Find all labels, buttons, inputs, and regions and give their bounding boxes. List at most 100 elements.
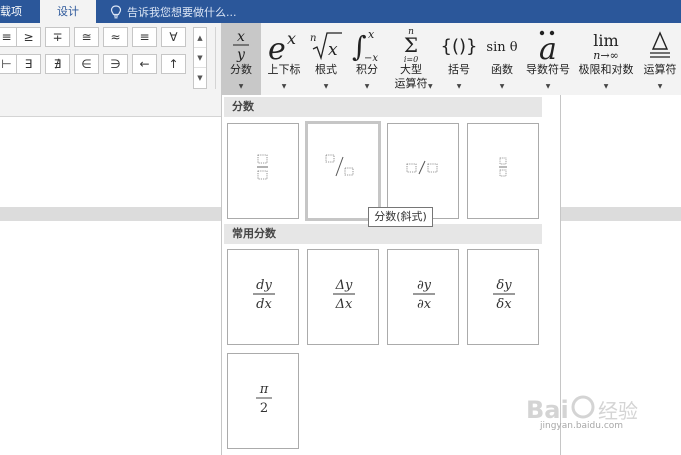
svg-text:y: y xyxy=(236,47,246,63)
limit-log-button[interactable]: lim n→∞ 极限和对数 ▼ xyxy=(574,23,638,95)
linear-fraction-tile[interactable] xyxy=(387,123,459,219)
document-ruler xyxy=(0,207,221,221)
tile-numerator: Δy xyxy=(335,278,353,293)
dropdown-arrow-icon: ▼ xyxy=(499,83,505,90)
svg-text:−x: −x xyxy=(364,53,378,63)
fraction-small-delta-tile[interactable]: δy δx xyxy=(467,249,539,345)
radical-icon: n x xyxy=(306,25,346,65)
svg-text:sin θ: sin θ xyxy=(486,40,517,55)
tile-numerator: dy xyxy=(256,278,272,293)
tell-me-text: 告诉我您想要做什么... xyxy=(127,5,237,19)
radical-label: 根式 xyxy=(315,63,337,76)
operator-icon xyxy=(639,25,681,65)
tile-denominator: ∂x xyxy=(417,297,432,312)
lightbulb-icon xyxy=(110,4,122,18)
ribbon-bottom-edge xyxy=(0,95,221,117)
section-header-fraction: 分数 xyxy=(224,97,542,117)
accent-label: 导数符号 xyxy=(526,63,570,76)
bracket-button[interactable]: {()} 括号 ▼ xyxy=(437,23,481,95)
fraction-icon: x y xyxy=(221,25,261,65)
symbol-gallery-scroller: ▲ ▼ ▼ xyxy=(193,27,207,89)
fraction-pi-over-2-tile[interactable]: π 2 xyxy=(227,353,299,449)
tile-denominator: δx xyxy=(496,297,512,312)
fraction-dy-dx-tile[interactable]: dy dx xyxy=(227,249,299,345)
symbol-button[interactable]: ≡ xyxy=(132,27,157,47)
scroll-up-icon[interactable]: ▲ xyxy=(194,28,206,48)
dropdown-arrow-icon: ▼ xyxy=(428,83,433,90)
symbol-button[interactable]: ∀ xyxy=(161,27,186,47)
function-icon: sin θ xyxy=(482,25,522,65)
dropdown-arrow-icon: ▼ xyxy=(323,83,329,90)
dropdown-arrow-icon: ▼ xyxy=(603,83,609,90)
symbol-button[interactable]: ∓ xyxy=(45,27,70,47)
fraction-gallery: 分数 常用分数 dy dx Δy Δx ∂y ∂x δy δx π 2 xyxy=(221,95,561,455)
symbol-button[interactable]: ∋ xyxy=(103,54,128,74)
svg-text:Bai: Bai xyxy=(526,396,569,424)
tile-denominator: Δx xyxy=(335,297,353,312)
tile-numerator: ∂y xyxy=(417,278,432,293)
watermark-logo: Bai 经验 xyxy=(526,395,638,424)
fraction-partial-y-partial-x-tile[interactable]: ∂y ∂x xyxy=(387,249,459,345)
large-operator-label-line1: 大型 xyxy=(400,63,422,76)
large-operator-button[interactable]: n Σ i=0 大型 运算符 ▼ xyxy=(388,23,434,95)
skewed-fraction-tile[interactable] xyxy=(305,121,381,221)
ribbon: ≡ ≥ ∓ ≅ ≈ ≡ ∀ ⊢ ∃ ∄ ∈ ∋ ← ↑ ▲ ▼ ▼ x y 分数… xyxy=(0,23,681,95)
limit-icon: lim n→∞ xyxy=(574,25,638,65)
svg-text:x: x xyxy=(368,28,375,41)
symbol-button[interactable]: ← xyxy=(132,54,157,74)
small-fraction-tile[interactable] xyxy=(467,123,539,219)
group-divider xyxy=(215,27,216,89)
dropdown-arrow-icon: ▼ xyxy=(456,83,462,90)
integral-label: 积分 xyxy=(356,63,378,76)
tab-options[interactable]: 载项 xyxy=(0,0,22,23)
svg-text:lim: lim xyxy=(593,31,618,50)
symbol-button[interactable]: ≅ xyxy=(74,27,99,47)
svg-text:n→∞: n→∞ xyxy=(593,49,618,62)
more-icon[interactable]: ▼ xyxy=(194,68,206,88)
operator-button[interactable]: 运算符 ▼ xyxy=(639,23,681,95)
dropdown-arrow-icon: ▼ xyxy=(545,83,551,90)
script-label: 上下标 xyxy=(267,63,301,76)
function-button[interactable]: sin θ 函数 ▼ xyxy=(482,23,522,95)
svg-text:e: e xyxy=(268,32,286,63)
dropdown-arrow-icon: ▼ xyxy=(238,83,244,90)
fraction-delta-y-delta-x-tile[interactable]: Δy Δx xyxy=(307,249,379,345)
tile-numerator: δy xyxy=(496,278,512,293)
symbol-button[interactable]: ∄ xyxy=(45,54,70,74)
symbol-button[interactable]: ∃ xyxy=(16,54,41,74)
scroll-down-icon[interactable]: ▼ xyxy=(194,48,206,68)
watermark-text-cn: 经验 xyxy=(598,399,638,423)
tell-me-box[interactable]: 告诉我您想要做什么... xyxy=(110,0,237,23)
symbol-button[interactable]: ≈ xyxy=(103,27,128,47)
symbol-button[interactable]: ≥ xyxy=(16,27,41,47)
accent-button[interactable]: a 导数符号 ▼ xyxy=(523,23,573,95)
svg-text:x: x xyxy=(328,40,338,60)
integral-icon: ∫ x −x xyxy=(348,25,386,65)
watermark-url: jingyan.baidu.com xyxy=(540,421,624,431)
dropdown-arrow-icon: ▼ xyxy=(657,83,663,90)
symbol-button[interactable]: ↑ xyxy=(161,54,186,74)
dropdown-arrow-icon: ▼ xyxy=(281,83,287,90)
script-button[interactable]: e x 上下标 ▼ xyxy=(263,23,305,95)
tile-denominator: 2 xyxy=(260,401,268,416)
svg-text:Σ: Σ xyxy=(404,33,418,57)
integral-button[interactable]: ∫ x −x 积分 ▼ xyxy=(348,23,386,95)
limit-log-label: 极限和对数 xyxy=(578,63,634,76)
tile-denominator: dx xyxy=(256,297,272,312)
symbol-button[interactable]: ∈ xyxy=(74,54,99,74)
tab-design[interactable]: 设计 xyxy=(40,0,96,23)
dropdown-arrow-icon: ▼ xyxy=(364,83,370,90)
radical-button[interactable]: n x 根式 ▼ xyxy=(306,23,346,95)
svg-text:a: a xyxy=(539,32,557,63)
svg-text:x: x xyxy=(237,29,245,45)
word-window: 载项 设计 告诉我您想要做什么... ≡ ≥ ∓ ≅ ≈ ≡ ∀ ⊢ ∃ ∄ ∈… xyxy=(0,0,681,455)
fraction-label: 分数 xyxy=(230,63,252,76)
fraction-button[interactable]: x y 分数 ▼ xyxy=(221,23,261,95)
function-label: 函数 xyxy=(491,63,513,76)
svg-text:n: n xyxy=(310,33,316,44)
svg-text:x: x xyxy=(287,29,296,48)
script-icon: e x xyxy=(263,25,305,65)
stacked-fraction-tile[interactable] xyxy=(227,123,299,219)
section-header-common: 常用分数 xyxy=(224,224,542,244)
tooltip: 分数(斜式) xyxy=(368,207,433,227)
